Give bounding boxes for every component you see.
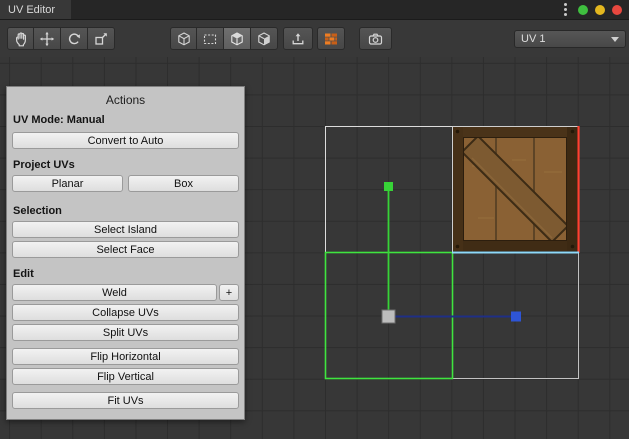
- cube-shaded-icon: [256, 31, 272, 47]
- planar-button[interactable]: Planar: [12, 175, 123, 192]
- upload-tray-icon: [290, 31, 306, 47]
- window-dot-yellow[interactable]: [595, 5, 605, 15]
- uv-channel-dropdown[interactable]: UV 1: [514, 30, 626, 48]
- chevron-down-icon: [611, 37, 619, 42]
- texture-bricks-icon: [323, 31, 339, 47]
- tab-label: UV Editor: [8, 4, 55, 16]
- weld-settings-button[interactable]: +: [219, 284, 239, 301]
- fit-uvs-button[interactable]: Fit UVs: [12, 392, 239, 409]
- tab-uv-editor[interactable]: UV Editor: [0, 0, 71, 19]
- scale-tool-button[interactable]: [88, 27, 115, 50]
- select-face-button[interactable]: Select Face: [12, 241, 239, 258]
- camera-icon: [367, 31, 384, 47]
- move-tool-button[interactable]: [34, 27, 61, 50]
- select-mode-group: [170, 27, 278, 50]
- toolbar: UV 1: [0, 19, 629, 57]
- face-mode-button[interactable]: [224, 27, 251, 50]
- actions-panel: Actions UV Mode: Manual Convert to Auto …: [6, 86, 245, 420]
- edit-label: Edit: [13, 268, 238, 280]
- cube-face-icon: [229, 31, 245, 47]
- texture-preview-button[interactable]: [317, 27, 345, 50]
- convert-to-auto-button[interactable]: Convert to Auto: [12, 132, 239, 149]
- marquee-rect-icon: [202, 31, 218, 47]
- kebab-menu-icon[interactable]: [564, 3, 567, 16]
- uv-channel-value: UV 1: [521, 33, 545, 45]
- object-mode-button[interactable]: [170, 27, 197, 50]
- rotate-tool-button[interactable]: [61, 27, 88, 50]
- render-uv-template-button[interactable]: [359, 27, 392, 50]
- pan-tool-button[interactable]: [7, 27, 34, 50]
- marquee-select-button[interactable]: [197, 27, 224, 50]
- rotate-icon: [66, 31, 82, 47]
- pan-hand-icon: [13, 31, 29, 47]
- element-mode-button[interactable]: [251, 27, 278, 50]
- weld-button[interactable]: Weld: [12, 284, 217, 301]
- cube-icon: [176, 31, 192, 47]
- selection-label: Selection: [13, 205, 238, 217]
- apply-uv-button[interactable]: [283, 27, 313, 50]
- move-arrows-icon: [39, 31, 55, 47]
- split-uvs-button[interactable]: Split UVs: [12, 324, 239, 341]
- scale-icon: [93, 31, 109, 47]
- collapse-uvs-button[interactable]: Collapse UVs: [12, 304, 239, 321]
- box-button[interactable]: Box: [128, 175, 239, 192]
- uv-editor-window: UV Editor: [0, 0, 629, 439]
- flip-horizontal-button[interactable]: Flip Horizontal: [12, 348, 239, 365]
- actions-panel-title: Actions: [12, 93, 239, 107]
- window-dot-green[interactable]: [578, 5, 588, 15]
- titlebar: UV Editor: [0, 0, 629, 20]
- titlebar-controls: [564, 0, 629, 19]
- select-island-button[interactable]: Select Island: [12, 221, 239, 238]
- flip-vertical-button[interactable]: Flip Vertical: [12, 368, 239, 385]
- project-uvs-label: Project UVs: [13, 159, 238, 171]
- window-dot-red[interactable]: [612, 5, 622, 15]
- uv-mode-label: UV Mode: Manual: [13, 114, 238, 126]
- tool-button-group: [7, 27, 115, 50]
